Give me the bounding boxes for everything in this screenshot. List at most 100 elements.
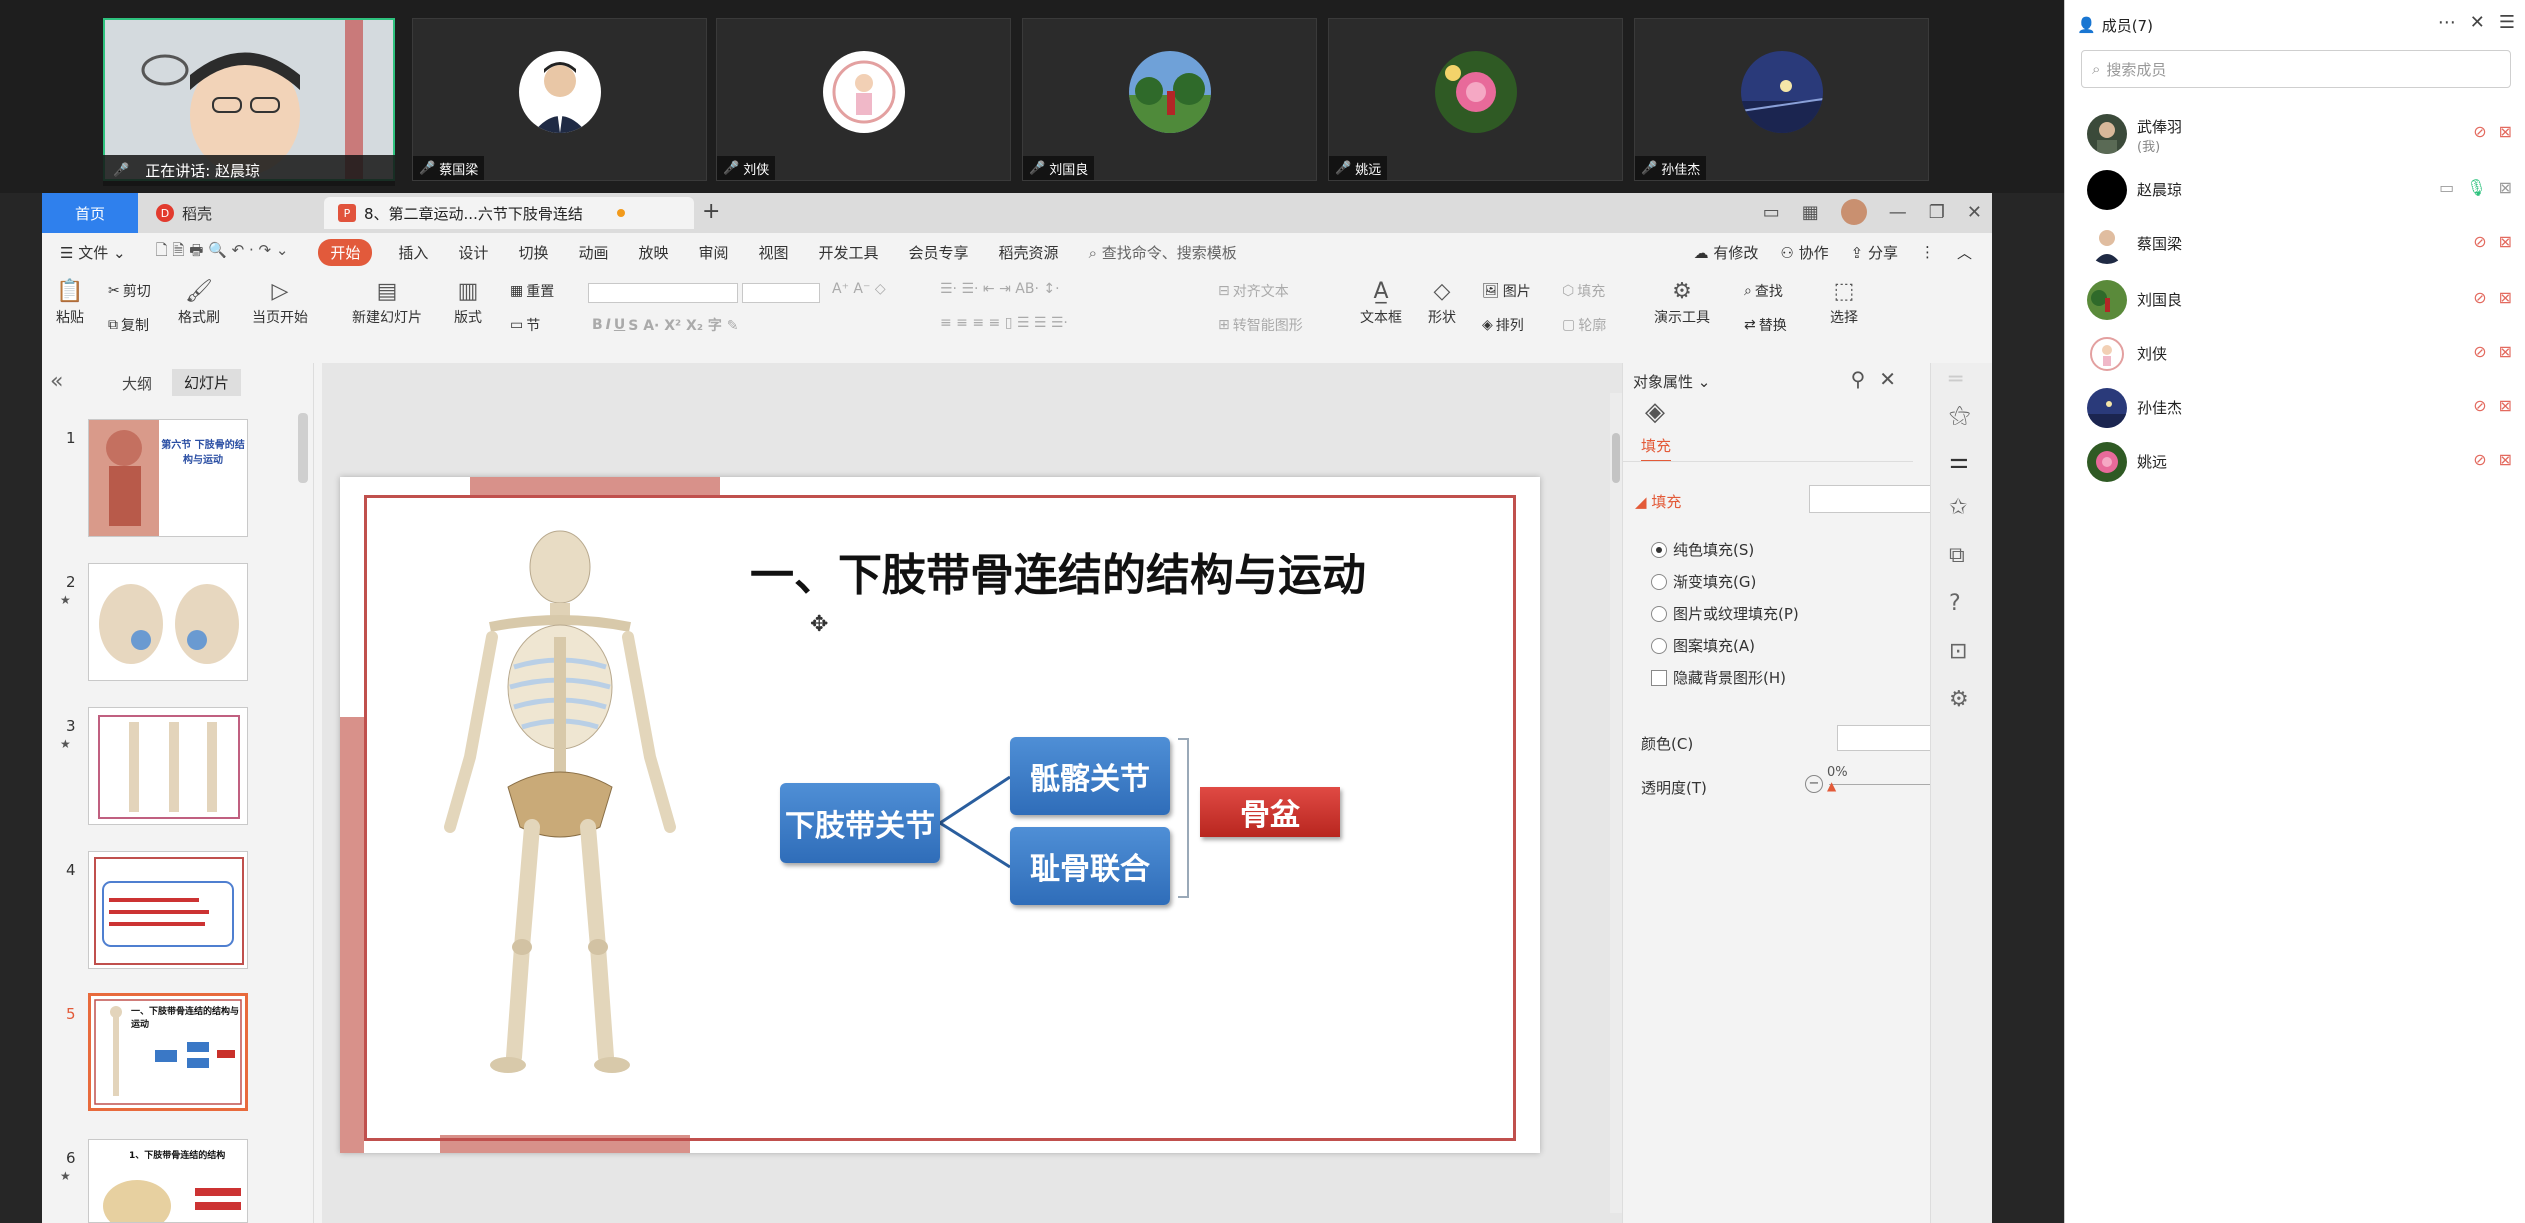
camera-off-icon[interactable]: ⊠ [2499,232,2512,251]
new-slide-button[interactable]: ▤ 新建幻灯片 [352,279,422,327]
help-icon[interactable]: ? [1949,591,1961,616]
menu-member[interactable]: 会员专享 [909,242,969,263]
mic-on-icon[interactable]: 🎙 [2466,178,2486,197]
radio-pattern-fill[interactable]: 图案填充(A) [1651,635,1755,656]
fill-section-header[interactable]: ◢ 填充 [1635,491,1681,512]
slide-thumbnail[interactable]: 1、下肢带骨连结的结构 [88,1139,248,1223]
member-search-input[interactable]: ⌕ 搜索成员 [2081,50,2511,88]
minus-icon[interactable]: − [1805,775,1823,793]
checkbox[interactable] [1651,669,1667,686]
mic-muted-icon[interactable]: ⊘ [2473,288,2486,307]
has-changes-button[interactable]: ☁ 有修改 [1694,242,1759,263]
radio-solid-fill[interactable]: 纯色填充(S) [1651,539,1754,560]
collapse-panel-icon[interactable]: « [50,369,63,394]
menu-view[interactable]: 视图 [759,242,789,263]
slide-thumbnail[interactable]: 第六节 下肢骨的结构与运动 [88,419,248,537]
screen-share-icon[interactable]: ▭ [2439,178,2454,197]
member-row[interactable]: 武俸羽 (我) ⊘ ⊠ [2065,108,2525,160]
new-tab-button[interactable]: + [702,199,720,224]
menu-review[interactable]: 审阅 [698,242,728,263]
section-button[interactable]: ▭ 节 [510,315,540,335]
play-current-button[interactable]: ▷ 当页开始 [252,279,308,327]
slideshow-icon[interactable]: ⧉ [1949,543,1965,568]
image-tools-icon[interactable]: ⊡ [1949,639,1967,664]
slider-track[interactable] [1829,784,1933,785]
menu-docer-resources[interactable]: 稻壳资源 [999,242,1059,263]
camera-off-icon[interactable]: ⊠ [2499,288,2512,307]
mic-muted-icon[interactable]: ⊘ [2473,342,2486,361]
arrange-button[interactable]: ◈ 排列 [1482,315,1524,335]
camera-off-icon[interactable]: ⊠ [2499,396,2512,415]
collab-button[interactable]: ⚇ 协作 [1780,242,1828,263]
select-button[interactable]: ⬚ 选择 [1830,279,1858,327]
member-row[interactable]: 刘侠 ⊘ ⊠ [2065,328,2525,380]
grid-view-icon[interactable]: ▦ [1802,202,1819,223]
paste-button[interactable]: 📋 粘贴 [56,279,84,327]
skeleton-image[interactable] [410,517,710,1077]
font-size-select[interactable] [742,283,820,303]
menu-devtools[interactable]: 开发工具 [819,242,879,263]
properties-icon[interactable]: ⚌ [1949,449,1969,474]
more-icon[interactable]: ⋮ [1920,243,1935,261]
align-text-button[interactable]: ⊟ 对齐文本 [1218,281,1289,301]
menu-icon[interactable]: ☰ [2499,12,2515,33]
layout-toggle-icon[interactable]: ▭ [1763,202,1780,223]
video-tile[interactable]: 🎤 孙佳杰 [1634,18,1929,181]
video-tile[interactable]: 🎤 刘侠 [716,18,1011,181]
picture-button[interactable]: 🖼 图片 [1482,281,1531,301]
reset-button[interactable]: ▦ 重置 [510,281,554,301]
tab-home[interactable]: 首页 [42,193,138,233]
diagram-branch-top[interactable]: 骶髂关节 [1010,737,1170,815]
paragraph-align-buttons[interactable]: ≡ ≡ ≡ ≡ ▯ ☰ ☰ ☰· [940,315,1068,331]
radio-button[interactable] [1651,573,1667,590]
quick-access-icons[interactable]: 🗋 🗎 🖶 🔍 ↶ · ↷ ⌄ [156,240,289,265]
command-search[interactable]: ⌕ 查找命令、搜索模板 [1089,242,1237,263]
menu-start[interactable]: 开始 [318,238,373,266]
slide-thumbnail[interactable] [88,851,248,969]
replace-button[interactable]: ⇄ 替换 [1744,315,1787,335]
settings-icon[interactable]: ⚙ [1949,687,1969,712]
shapes-button[interactable]: ◇ 形状 [1428,279,1456,327]
radio-button[interactable] [1651,541,1667,558]
list-buttons[interactable]: ☰· ☰· ⇤ ⇥ AB· ↕· [940,281,1060,297]
copy-button[interactable]: ⧉ 复制 [108,315,149,335]
checkbox-hide-bg[interactable]: 隐藏背景图形(H) [1651,667,1786,688]
layout-button[interactable]: ▥ 版式 [454,279,482,327]
tab-fill[interactable]: 填充 [1641,435,1672,462]
tab-outline[interactable]: 大纲 [122,373,152,394]
member-row[interactable]: 姚远 ⊘ ⊠ [2065,436,2525,488]
camera-off-icon[interactable]: ⊠ [2499,122,2512,141]
diagram-result-box[interactable]: 骨盆 [1200,787,1340,837]
menu-design[interactable]: 设计 [458,242,488,263]
close-icon[interactable]: ✕ [1879,367,1896,391]
cut-button[interactable]: ✂ 剪切 [108,281,151,301]
pin-icon[interactable]: ⚲ [1851,367,1866,391]
fill-button[interactable]: ⬡ 填充 [1562,281,1605,301]
mic-muted-icon[interactable]: ⊘ [2473,122,2486,141]
menu-file[interactable]: ☰ 文件 ⌄ [60,242,126,263]
menu-transition[interactable]: 切换 [518,242,548,263]
share-button[interactable]: ⇪ 分享 [1851,242,1898,263]
diagram-branch-bottom[interactable]: 耻骨联合 [1010,827,1170,905]
fill-bucket-icon[interactable]: ◈ [1645,397,1665,427]
close-icon[interactable]: ✕ [1967,202,1982,223]
mic-muted-icon[interactable]: ⊘ [2473,232,2486,251]
more-icon[interactable]: ⋯ [2438,12,2456,33]
user-avatar-icon[interactable] [1840,199,1867,225]
font-family-select[interactable] [588,283,738,303]
props-title[interactable]: 对象属性 ⌄ [1633,371,1710,392]
slide-thumbnail[interactable] [88,707,248,825]
mic-muted-icon[interactable]: ⊘ [2473,396,2486,415]
tab-docer[interactable]: D 稻壳 [142,197,292,229]
radio-button[interactable] [1651,605,1667,622]
video-tile[interactable]: 🎤 蔡国梁 [412,18,707,181]
panel-scrollbar[interactable] [298,413,308,483]
minimize-icon[interactable]: — [1889,202,1907,223]
video-tile[interactable]: 🎤 姚远 [1328,18,1623,181]
radio-gradient-fill[interactable]: 渐变填充(G) [1651,571,1756,592]
slide-thumbnail[interactable] [88,563,248,681]
menu-slideshow[interactable]: 放映 [638,242,668,263]
outline-button[interactable]: ▢ 轮廓 [1562,315,1606,335]
camera-off-icon[interactable]: ⊠ [2499,450,2512,469]
menu-insert[interactable]: 插入 [398,242,428,263]
